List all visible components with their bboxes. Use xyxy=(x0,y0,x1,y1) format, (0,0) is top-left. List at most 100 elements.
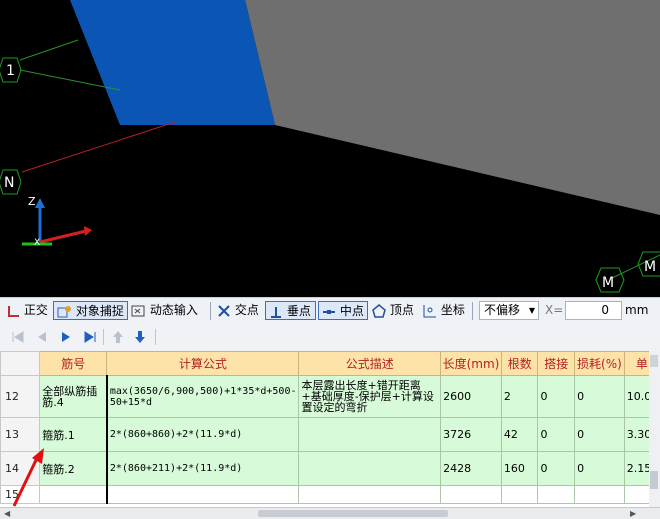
rebar-grid-table: 筋号 计算公式 公式描述 长度(mm) 根数 搭接 损耗(%) 单 12 全部纵… xyxy=(0,351,660,504)
record-navigation-bar xyxy=(0,323,660,352)
orthogonal-toggle[interactable]: 正交 xyxy=(6,301,48,320)
table-row[interactable]: 14 箍筋.2 2*(860+211)+2*(11.9*d) 2428 160 … xyxy=(0,451,660,486)
description-cell[interactable] xyxy=(298,451,442,486)
first-record-icon[interactable] xyxy=(10,329,26,345)
x-value: 0 xyxy=(601,303,609,317)
count-cell[interactable] xyxy=(500,485,539,504)
unit-label: mm xyxy=(625,303,649,317)
axis-marker-m-label: M xyxy=(602,275,614,291)
row-number: 12 xyxy=(0,375,41,418)
gray-wall-face xyxy=(245,0,660,215)
toolbar-divider xyxy=(210,302,211,320)
lap-cell[interactable]: 0 xyxy=(537,451,576,486)
x-axis-arrow xyxy=(39,229,87,244)
next-record-icon[interactable] xyxy=(58,329,74,345)
table-row[interactable]: 13 箍筋.1 2*(860+860)+2*(11.9*d) 3726 42 0… xyxy=(0,417,660,452)
blue-column-face xyxy=(70,0,275,125)
bar-name-cell[interactable] xyxy=(39,485,108,504)
perpendicular-label: 垂点 xyxy=(286,304,311,318)
length-cell[interactable] xyxy=(440,485,502,504)
chevron-down-icon: ▼ xyxy=(528,306,535,315)
3d-viewport[interactable]: 1 N M M Z X xyxy=(0,0,660,297)
count-cell[interactable]: 42 xyxy=(500,417,539,452)
dynamic-input-label: 动态输入 xyxy=(149,303,198,317)
x-label: X= xyxy=(545,303,564,317)
table-header-row: 筋号 计算公式 公式描述 长度(mm) 根数 搭接 损耗(%) 单 xyxy=(0,351,660,376)
intersection-toggle[interactable]: 交点 xyxy=(217,301,259,320)
intersection-label: 交点 xyxy=(234,303,259,317)
column-header-bar-number[interactable]: 筋号 xyxy=(39,351,108,376)
formula-cell[interactable] xyxy=(105,485,300,504)
object-snap-icon xyxy=(57,305,71,317)
scroll-thumb[interactable] xyxy=(650,471,658,489)
previous-record-icon[interactable] xyxy=(34,329,50,345)
count-cell[interactable]: 160 xyxy=(500,451,539,486)
axis-line xyxy=(21,121,176,173)
axis-marker-1-label: 1 xyxy=(6,63,15,79)
move-up-icon[interactable] xyxy=(110,329,126,345)
vertex-toggle[interactable]: 顶点 xyxy=(372,301,414,320)
loss-cell[interactable]: 0 xyxy=(574,375,625,418)
scroll-up-icon[interactable] xyxy=(650,355,658,367)
loss-cell[interactable]: 0 xyxy=(574,417,625,452)
axis-marker-m2-label: M xyxy=(644,259,656,275)
z-axis-label: Z xyxy=(28,195,36,208)
perpendicular-toggle[interactable]: 垂点 xyxy=(265,301,316,320)
x-value-input[interactable]: 0 xyxy=(565,301,622,320)
lap-cell[interactable]: 0 xyxy=(537,375,576,418)
formula-cell[interactable]: 2*(860+211)+2*(11.9*d) xyxy=(105,451,300,486)
snap-toolbar: 正交 对象捕捉 动态输入 交点 垂点 中点 顶点 坐标 不偏移 ▼ X= 0 m… xyxy=(0,297,660,325)
column-header-loss[interactable]: 损耗(%) xyxy=(574,351,625,376)
formula-cell[interactable]: max(3650/6,900,500)+1*35*d+500-50+15*d xyxy=(105,375,300,418)
description-cell[interactable] xyxy=(298,417,442,452)
bar-name-cell[interactable]: 箍筋.2 xyxy=(39,451,108,486)
vertex-label: 顶点 xyxy=(389,303,414,317)
column-header-lap[interactable]: 搭接 xyxy=(537,351,576,376)
red-arrow-annotation xyxy=(12,448,44,507)
coordinate-label: 坐标 xyxy=(440,303,465,317)
length-cell[interactable]: 3726 xyxy=(440,417,502,452)
horizontal-scrollbar[interactable]: ▶ ◀ xyxy=(0,507,660,519)
table-row[interactable]: 12 全部纵筋插筋.4 max(3650/6,900,500)+1*35*d+5… xyxy=(0,375,660,418)
scroll-right-icon[interactable]: ▶ xyxy=(630,509,640,518)
rebar-table: 筋号 计算公式 公式描述 长度(mm) 根数 搭接 损耗(%) 单 12 全部纵… xyxy=(0,351,660,507)
column-header-formula[interactable]: 计算公式 xyxy=(106,351,300,376)
bar-name-cell[interactable]: 箍筋.1 xyxy=(39,417,108,452)
scroll-left-icon[interactable]: ◀ xyxy=(4,509,14,518)
object-snap-label: 对象捕捉 xyxy=(75,304,124,318)
nav-divider xyxy=(155,329,156,345)
length-cell[interactable]: 2600 xyxy=(440,375,502,418)
table-row[interactable]: 15 xyxy=(0,485,660,504)
z-arrow-head xyxy=(35,198,45,208)
move-down-icon[interactable] xyxy=(132,329,148,345)
axis-marker-n-label: N xyxy=(4,175,14,191)
lap-cell[interactable]: 0 xyxy=(537,417,576,452)
scroll-thumb[interactable] xyxy=(258,510,448,517)
lap-cell[interactable] xyxy=(537,485,576,504)
bar-name-cell[interactable]: 全部纵筋插筋.4 xyxy=(39,375,108,418)
offset-select[interactable]: 不偏移 ▼ xyxy=(479,301,539,320)
loss-cell[interactable] xyxy=(574,485,625,504)
loss-cell[interactable]: 0 xyxy=(574,451,625,486)
count-cell[interactable]: 2 xyxy=(500,375,539,418)
description-cell[interactable] xyxy=(298,485,442,504)
dynamic-input-toggle[interactable]: 动态输入 xyxy=(131,301,198,320)
last-record-icon[interactable] xyxy=(82,329,98,345)
formula-cell[interactable]: 2*(860+860)+2*(11.9*d) xyxy=(105,417,300,452)
orthogonal-label: 正交 xyxy=(23,303,48,317)
x-arrow-head xyxy=(84,226,92,236)
toolbar-divider xyxy=(472,302,473,320)
midpoint-toggle[interactable]: 中点 xyxy=(318,301,368,320)
offset-select-value: 不偏移 xyxy=(484,303,521,317)
column-header-description[interactable]: 公式描述 xyxy=(298,351,442,376)
row-number-header xyxy=(0,351,41,376)
description-cell[interactable]: 本层露出长度+错开距离+基础厚度-保护层+计算设置设定的弯折 xyxy=(298,375,442,418)
column-header-count[interactable]: 根数 xyxy=(500,351,539,376)
vertical-scrollbar[interactable] xyxy=(649,351,660,507)
length-cell[interactable]: 2428 xyxy=(440,451,502,486)
object-snap-toggle[interactable]: 对象捕捉 xyxy=(53,301,128,320)
column-header-length[interactable]: 长度(mm) xyxy=(440,351,502,376)
vertex-icon xyxy=(372,303,386,318)
viewport-canvas: 1 N M M Z X xyxy=(0,0,660,293)
coordinate-toggle[interactable]: 坐标 xyxy=(421,301,465,320)
